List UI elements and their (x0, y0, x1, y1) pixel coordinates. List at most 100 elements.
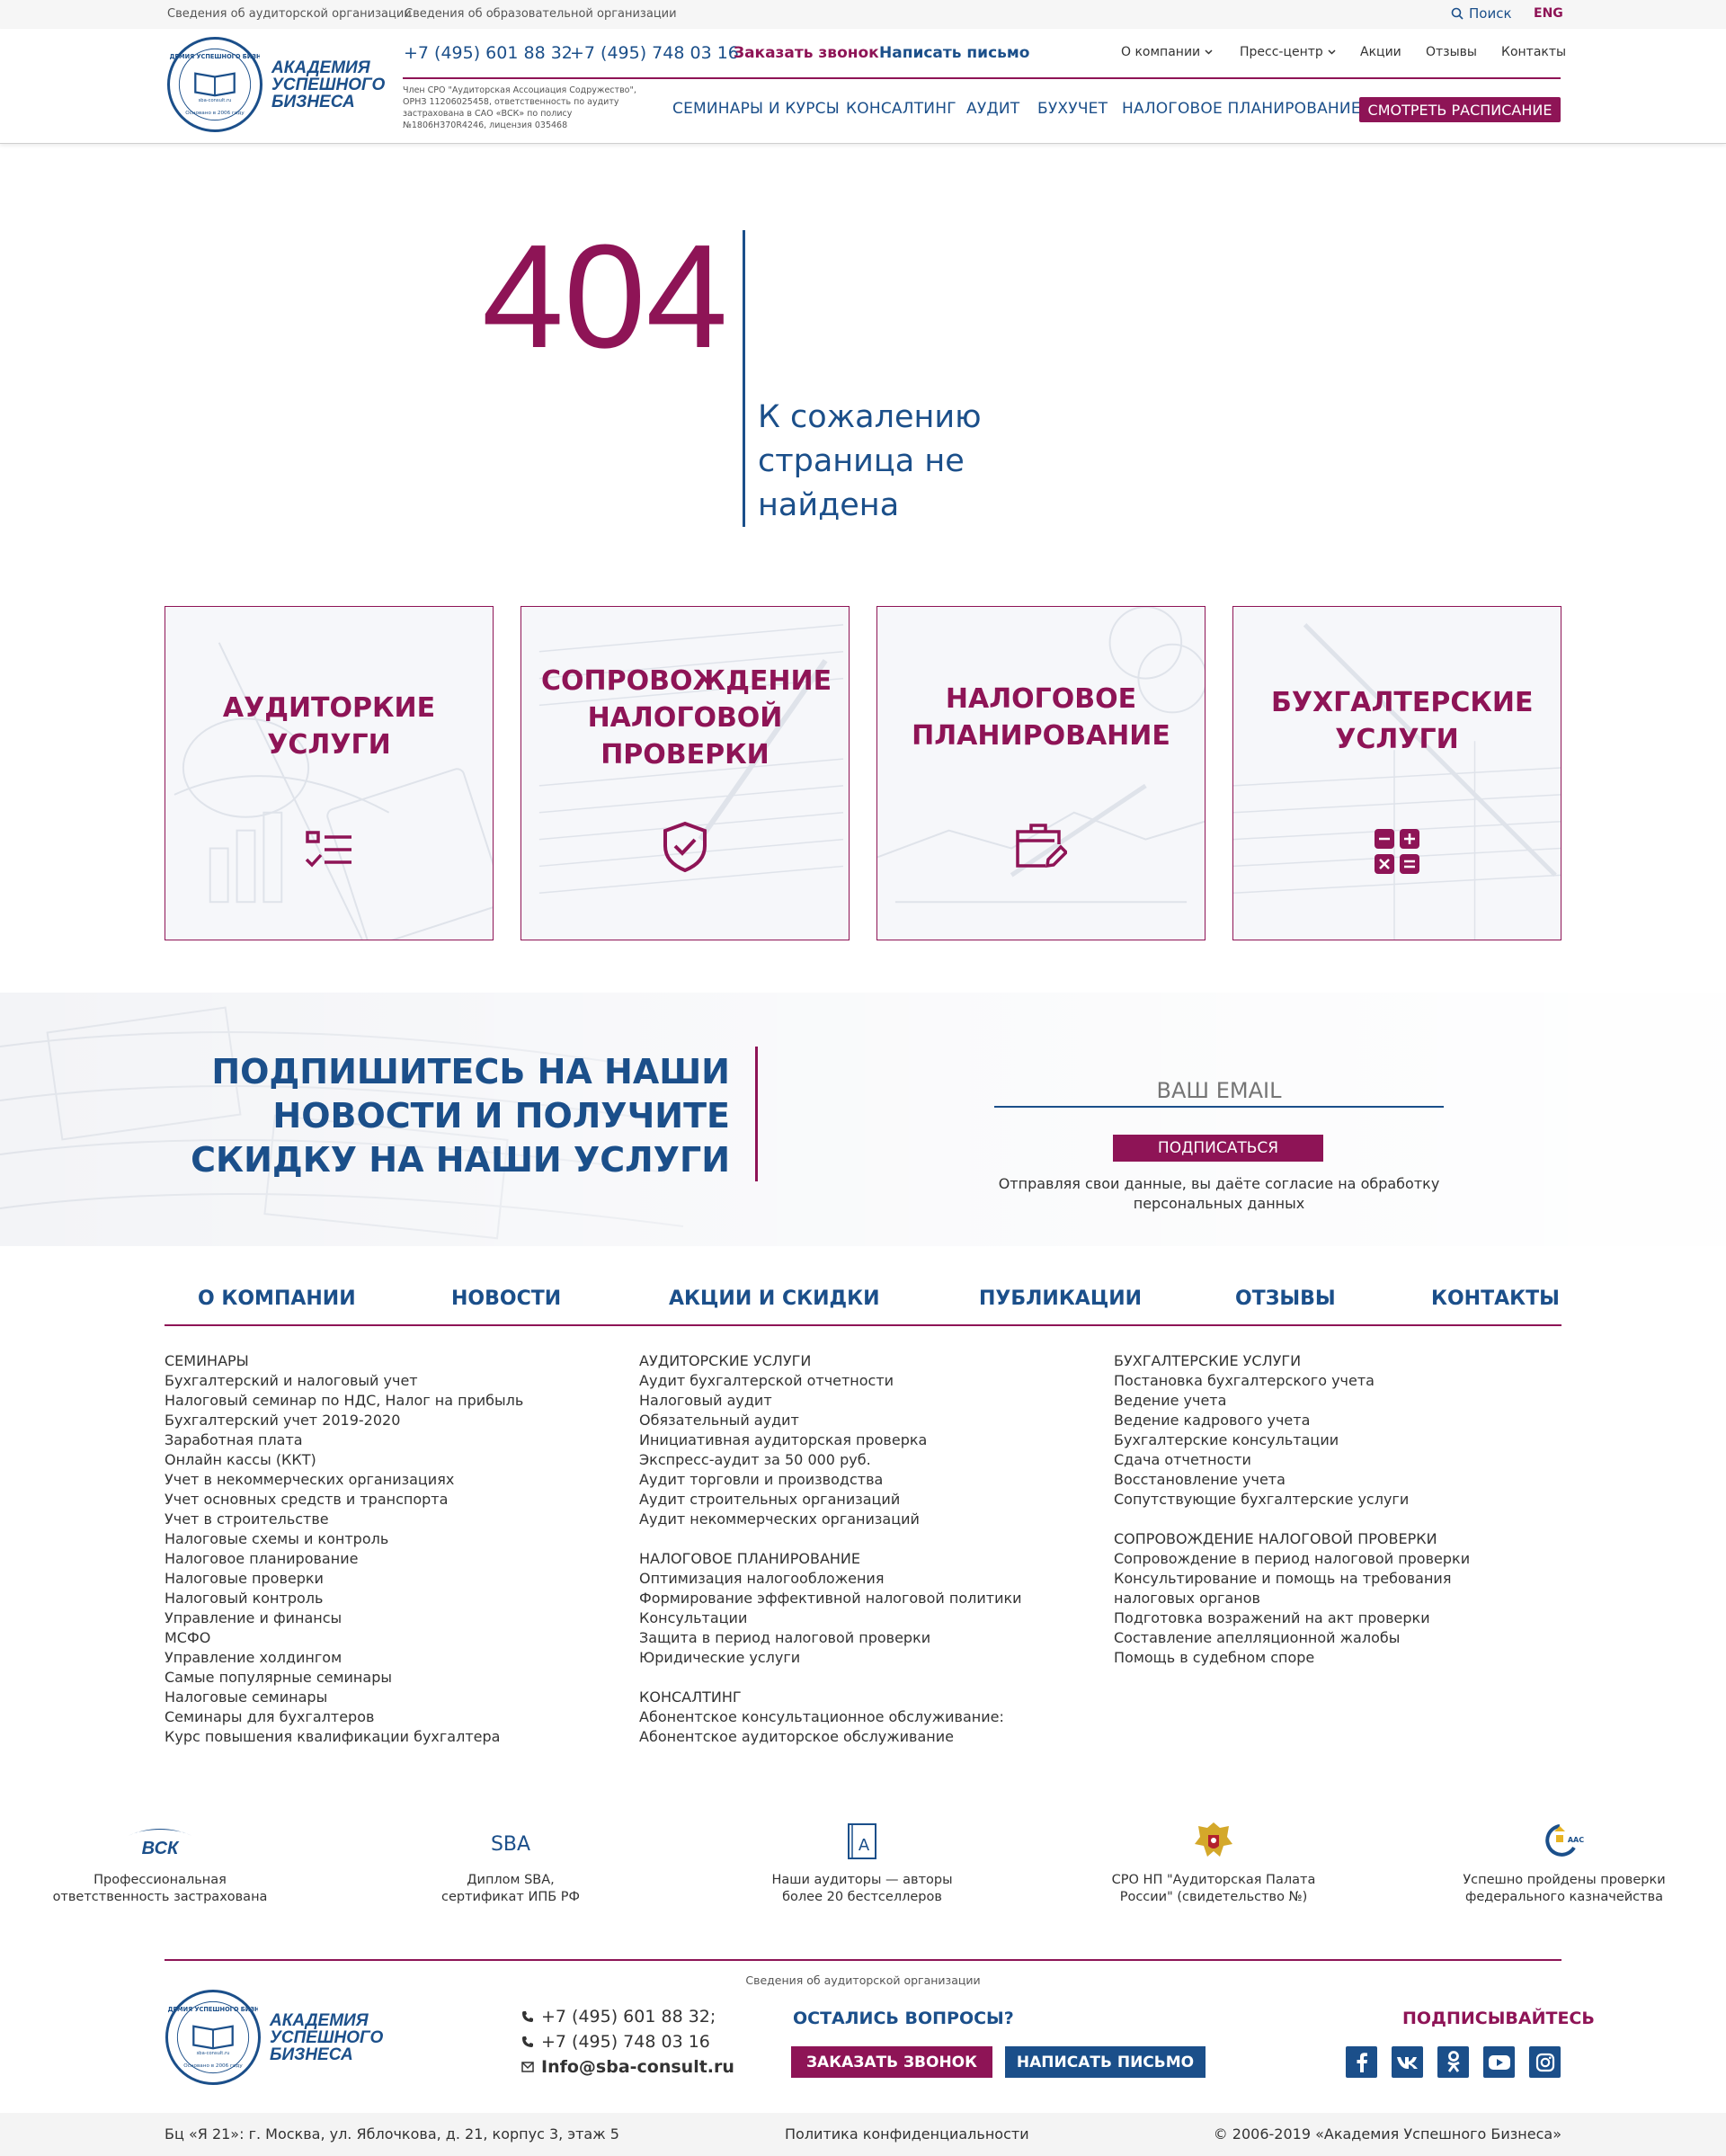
language-switch[interactable]: ENG (1534, 6, 1563, 21)
footer-nav-about[interactable]: О КОМПАНИИ (198, 1287, 356, 1310)
footer-logo[interactable]: АКАДЕМИЯ УСПЕШНОГО БИЗНЕСА Основано в 20… (165, 1990, 383, 2085)
footer-phone-1[interactable]: +7 (495) 601 88 32; (521, 2007, 716, 2027)
footer-link[interactable]: Юридические услуги (639, 1648, 1022, 1668)
footer-audit-info-link[interactable]: Сведения об аудиторской организации (629, 1973, 1097, 1987)
header-phone-2[interactable]: +7 (495) 748 03 16 (570, 43, 739, 63)
facebook-icon[interactable] (1346, 2046, 1377, 2078)
footer-link[interactable]: Курс повышения квалификации бухгалтера (165, 1727, 523, 1747)
badge-text: Успешно пройдены проверки (1463, 1873, 1666, 1887)
subscribe-button[interactable]: ПОДПИСАТЬСЯ (1113, 1135, 1323, 1162)
footer-link[interactable]: Налоговый аудит (639, 1391, 1022, 1411)
search-button[interactable]: Поиск (1451, 5, 1512, 22)
nav-about-dropdown[interactable]: О компании (1121, 45, 1213, 59)
footer-link[interactable]: Абонентское аудиторское обслуживание (639, 1727, 1022, 1747)
footer-link[interactable]: Подготовка возражений на акт проверки (1114, 1608, 1545, 1628)
footer-link[interactable]: Налоговые семинары (165, 1688, 523, 1707)
footer-link[interactable]: Постановка бухгалтерского учета (1114, 1371, 1545, 1391)
social-heading: ПОДПИСЫВАЙТЕСЬ (1402, 2009, 1595, 2028)
footer-col-heading[interactable]: СЕМИНАРЫ (165, 1351, 523, 1371)
service-card-tax-audit-support[interactable]: СОПРОВОЖДЕНИЕ НАЛОГОВОЙ ПРОВЕРКИ (520, 606, 850, 940)
footer-link[interactable]: Защита в период налоговой проверки (639, 1628, 1022, 1648)
footer-link[interactable]: Аудит строительных организаций (639, 1490, 1022, 1510)
footer-nav-promotions[interactable]: АКЦИИ И СКИДКИ (669, 1287, 880, 1310)
footer-link[interactable]: Составление апелляционной жалобы (1114, 1628, 1545, 1648)
footer-link[interactable]: Помощь в судебном споре (1114, 1648, 1545, 1668)
footer-link[interactable]: Самые популярные семинары (165, 1668, 523, 1688)
instagram-icon[interactable] (1529, 2046, 1561, 2078)
footer-link[interactable]: Семинары для бухгалтеров (165, 1707, 523, 1727)
footer-link[interactable]: Оптимизация налогообложения (639, 1569, 1022, 1589)
footer-link[interactable]: Аудит торговли и производства (639, 1470, 1022, 1490)
footer-link[interactable]: Учет основных средств и транспорта (165, 1490, 523, 1510)
nav-reviews[interactable]: Отзывы (1426, 45, 1477, 59)
footer-link[interactable]: МСФО (165, 1628, 523, 1648)
nav-tax-planning[interactable]: НАЛОГОВОЕ ПЛАНИРОВАНИЕ (1122, 100, 1361, 118)
footer-nav-contacts[interactable]: КОНТАКТЫ (1431, 1287, 1560, 1310)
nav-seminars[interactable]: СЕМИНАРЫ И КУРСЫ (672, 100, 840, 118)
footer-email[interactable]: Info@sba-consult.ru (521, 2057, 734, 2077)
audit-org-info-link[interactable]: Сведения об аудиторской организации (167, 7, 412, 21)
header-phone-1[interactable]: +7 (495) 601 88 32 (404, 43, 573, 63)
footer-link[interactable]: Восстановление учета (1114, 1470, 1545, 1490)
footer-order-call-button[interactable]: ЗАКАЗАТЬ ЗВОНОК (791, 2046, 992, 2078)
footer-link[interactable]: Консультации (639, 1608, 1022, 1628)
youtube-icon[interactable] (1483, 2046, 1515, 2078)
footer-nav-publications[interactable]: ПУБЛИКАЦИИ (979, 1287, 1142, 1310)
footer-link[interactable]: Экспресс-аудит за 50 000 руб. (639, 1450, 1022, 1470)
footer-col-heading[interactable]: КОНСАЛТИНГ (639, 1688, 1022, 1707)
nav-audit[interactable]: АУДИТ (966, 100, 1019, 118)
footer-nav-news[interactable]: НОВОСТИ (451, 1287, 561, 1310)
edu-org-info-link[interactable]: Сведения об образовательной организации (405, 7, 677, 21)
odnoklassniki-icon[interactable] (1437, 2046, 1469, 2078)
nav-press-dropdown[interactable]: Пресс-центр (1240, 45, 1336, 59)
footer-link[interactable]: Налоговый семинар по НДС, Налог на прибы… (165, 1391, 523, 1411)
service-card-accounting[interactable]: БУХГАЛТЕРСКИЕ УСЛУГИ (1232, 606, 1561, 940)
footer-link[interactable]: Бухгалтерский и налоговый учет (165, 1371, 523, 1391)
footer-link[interactable]: Налоговые проверки (165, 1569, 523, 1589)
nav-promotions[interactable]: Акции (1360, 45, 1401, 59)
footer-phone-2[interactable]: +7 (495) 748 03 16 (521, 2032, 710, 2052)
footer-link[interactable]: Бухгалтерский учет 2019-2020 (165, 1411, 523, 1430)
footer-link[interactable]: Аудит некоммерческих организаций (639, 1510, 1022, 1529)
service-card-audit[interactable]: АУДИТОРКИЕ УСЛУГИ (165, 606, 494, 940)
footer-link[interactable]: Учет в строительстве (165, 1510, 523, 1529)
footer-link[interactable]: Ведение учета (1114, 1391, 1545, 1411)
footer-col-heading[interactable]: БУХГАЛТЕРСКИЕ УСЛУГИ (1114, 1351, 1545, 1371)
footer-link[interactable]: Бухгалтерские консультации (1114, 1430, 1545, 1450)
footer-link[interactable]: Онлайн кассы (ККТ) (165, 1450, 523, 1470)
write-letter-link[interactable]: Написать письмо (879, 44, 1030, 62)
footer-link[interactable]: Управление и финансы (165, 1608, 523, 1628)
footer-link[interactable]: Сопровождение в период налоговой проверк… (1114, 1549, 1545, 1569)
service-card-tax-planning[interactable]: НАЛОГОВОЕ ПЛАНИРОВАНИЕ (876, 606, 1206, 940)
footer-link[interactable]: Налоговые схемы и контроль (165, 1529, 523, 1549)
footer-link[interactable]: Обязательный аудит (639, 1411, 1022, 1430)
footer-nav-reviews[interactable]: ОТЗЫВЫ (1235, 1287, 1336, 1310)
checklist-icon (305, 831, 351, 868)
footer-col-heading[interactable]: АУДИТОРСКИЕ УСЛУГИ (639, 1351, 1022, 1371)
vk-icon[interactable] (1392, 2046, 1423, 2078)
footer-link[interactable]: Управление холдингом (165, 1648, 523, 1668)
email-input[interactable] (994, 1075, 1444, 1106)
footer-link[interactable]: Абонентское консультационное обслуживани… (639, 1707, 1022, 1727)
privacy-policy-link[interactable]: Политика конфиденциальности (785, 2125, 1029, 2143)
footer-link[interactable]: Учет в некоммерческих организациях (165, 1470, 523, 1490)
footer-link[interactable]: Сопутствующие бухгалтерские услуги (1114, 1490, 1545, 1510)
footer-link[interactable]: Аудит бухгалтерской отчетности (639, 1371, 1022, 1391)
footer-link[interactable]: Заработная плата (165, 1430, 523, 1450)
footer-link[interactable]: Инициативная аудиторская проверка (639, 1430, 1022, 1450)
footer-link[interactable]: Консультирование и помощь на требования … (1114, 1569, 1518, 1608)
footer-link[interactable]: Ведение кадрового учета (1114, 1411, 1545, 1430)
nav-contacts[interactable]: Контакты (1501, 45, 1566, 59)
footer-link[interactable]: Налоговый контроль (165, 1589, 523, 1608)
footer-link[interactable]: Сдача отчетности (1114, 1450, 1545, 1470)
site-logo[interactable]: АКАДЕМИЯ УСПЕШНОГО БИЗНЕСА Основано в 20… (167, 37, 385, 132)
footer-link[interactable]: Налоговое планирование (165, 1549, 523, 1569)
footer-col-heading[interactable]: СОПРОВОЖДЕНИЕ НАЛОГОВОЙ ПРОВЕРКИ (1114, 1529, 1545, 1549)
view-schedule-button[interactable]: СМОТРЕТЬ РАСПИСАНИЕ (1359, 97, 1561, 122)
nav-accounting[interactable]: БУХУЧЕТ (1037, 100, 1108, 118)
order-call-link[interactable]: Заказать звонок (734, 44, 879, 62)
footer-write-letter-button[interactable]: НАПИСАТЬ ПИСЬМО (1005, 2046, 1206, 2078)
footer-link[interactable]: Формирование эффективной налоговой полит… (639, 1589, 1022, 1608)
footer-col-heading[interactable]: НАЛОГОВОЕ ПЛАНИРОВАНИЕ (639, 1549, 1022, 1569)
nav-consulting[interactable]: КОНСАЛТИНГ (846, 100, 956, 118)
